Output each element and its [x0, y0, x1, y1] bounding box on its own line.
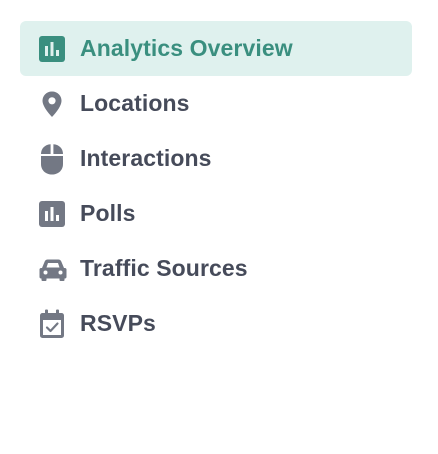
nav-label-polls: Polls — [80, 200, 136, 226]
nav-item-interactions[interactable]: Interactions — [20, 131, 412, 186]
nav-label-locations: Locations — [80, 90, 190, 116]
nav-item-rsvps[interactable]: RSVPs — [20, 296, 412, 351]
nav-label-analytics-overview: Analytics Overview — [80, 35, 293, 61]
car-icon — [38, 253, 70, 285]
map-pin-icon — [38, 88, 70, 120]
nav-label-rsvps: RSVPs — [80, 310, 156, 336]
bar-chart-icon — [38, 33, 70, 65]
nav-label-traffic-sources: Traffic Sources — [80, 255, 248, 281]
mouse-icon — [38, 143, 70, 175]
nav-item-polls[interactable]: Polls — [20, 186, 412, 241]
nav-label-interactions: Interactions — [80, 145, 212, 171]
bar-chart-icon — [38, 198, 70, 230]
calendar-check-icon — [38, 308, 70, 340]
nav-item-analytics-overview[interactable]: Analytics Overview — [20, 21, 412, 76]
nav-item-traffic-sources[interactable]: Traffic Sources — [20, 241, 412, 296]
sidebar-nav: Analytics Overview Locations Interaction… — [20, 21, 412, 351]
nav-item-locations[interactable]: Locations — [20, 76, 412, 131]
